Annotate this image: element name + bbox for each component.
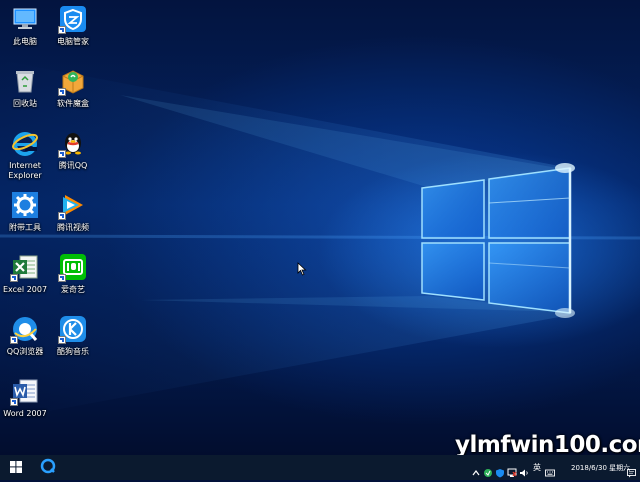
taskbar-clock[interactable]: 2018/6/30 星期六 (571, 455, 630, 480)
qq-browser-icon (40, 458, 56, 478)
windows-start-icon (10, 458, 22, 477)
volume-icon[interactable] (519, 463, 529, 476)
desktop-icon-excel[interactable]: Excel 2007 (2, 252, 48, 295)
desktop-icon-recycle-bin[interactable]: 回收站 (2, 66, 48, 109)
shortcut-arrow-icon (58, 150, 66, 158)
desktop-icon-tencent-video[interactable]: 腾讯视频 (50, 190, 96, 233)
shortcut-arrow-icon (58, 212, 66, 220)
tray-pc-manager-icon[interactable] (483, 463, 493, 477)
desktop-icon-tools[interactable]: 附带工具 (2, 190, 48, 233)
desktop-icon-this-pc[interactable]: 此电脑 (2, 4, 48, 47)
start-button[interactable] (0, 455, 32, 480)
keyboard-icon[interactable] (545, 463, 555, 476)
internet-explorer-icon (10, 128, 40, 158)
taskbar-qq-browser[interactable] (36, 455, 60, 480)
shortcut-arrow-icon (58, 274, 66, 282)
desktop-icon-iqiyi[interactable]: 爱奇艺 (50, 252, 96, 295)
desktop-icon-qq[interactable]: 腾讯QQ (50, 128, 96, 171)
shortcut-arrow-icon (58, 88, 66, 96)
software-box-icon (58, 66, 88, 96)
iqiyi-icon (58, 252, 88, 282)
desktop-icon-pc-manager[interactable]: 电脑管家 (50, 4, 96, 47)
pc-manager-icon (58, 4, 88, 34)
kugou-icon (58, 314, 88, 344)
desktop-icon-label: Word 2007 (3, 409, 47, 418)
shortcut-arrow-icon (10, 398, 18, 406)
tencent-video-icon (58, 190, 88, 220)
mouse-cursor (297, 261, 307, 280)
desktop-icon-label: 腾讯QQ (58, 161, 88, 170)
desktop-icon-qq-browser[interactable]: QQ浏览器 (2, 314, 48, 357)
tools-gear-icon (10, 190, 40, 220)
desktop-icon-word[interactable]: Word 2007 (2, 376, 48, 419)
excel-icon (10, 252, 40, 282)
shortcut-arrow-icon (58, 26, 66, 34)
this-pc-icon (10, 4, 40, 34)
desktop-icon-label: 附带工具 (9, 223, 41, 232)
desktop-icon-label: QQ浏览器 (6, 347, 44, 356)
desktop-icon-label: Internet Explorer (8, 161, 42, 180)
tray-expand-icon[interactable] (471, 463, 481, 475)
network-icon[interactable] (507, 463, 517, 477)
shortcut-arrow-icon (58, 336, 66, 344)
desktop-icon-label: 回收站 (13, 99, 37, 108)
taskbar: 英 2018/6/30 星期六 (0, 455, 640, 480)
action-center-icon[interactable] (627, 463, 636, 478)
recycle-bin-icon (10, 66, 40, 96)
desktop-icon-kugou[interactable]: 酷狗音乐 (50, 314, 96, 357)
desktop-icon-label: 腾讯视频 (57, 223, 89, 232)
desktop-icon-label: 电脑管家 (57, 37, 89, 46)
desktop-icon-internet-explorer[interactable]: Internet Explorer (2, 128, 48, 181)
desktop-wallpaper (0, 0, 640, 455)
shortcut-arrow-icon (10, 336, 18, 344)
desktop-icon-label: 此电脑 (13, 37, 37, 46)
windows-logo-light (0, 60, 640, 420)
system-tray: 英 (470, 455, 556, 480)
desktop-icon-label: 爱奇艺 (61, 285, 85, 294)
tray-security-icon[interactable] (495, 463, 505, 477)
desktop-icon-software-box[interactable]: 软件魔盒 (50, 66, 96, 109)
shortcut-arrow-icon (10, 274, 18, 282)
desktop-icon-label: 酷狗音乐 (57, 347, 89, 356)
desktop-icon-label: 软件魔盒 (57, 99, 89, 108)
input-language-indicator[interactable]: 英 (533, 462, 541, 473)
qq-browser-icon (10, 314, 40, 344)
word-icon (10, 376, 40, 406)
desktop-icon-label: Excel 2007 (2, 285, 48, 294)
qq-icon (58, 128, 88, 158)
